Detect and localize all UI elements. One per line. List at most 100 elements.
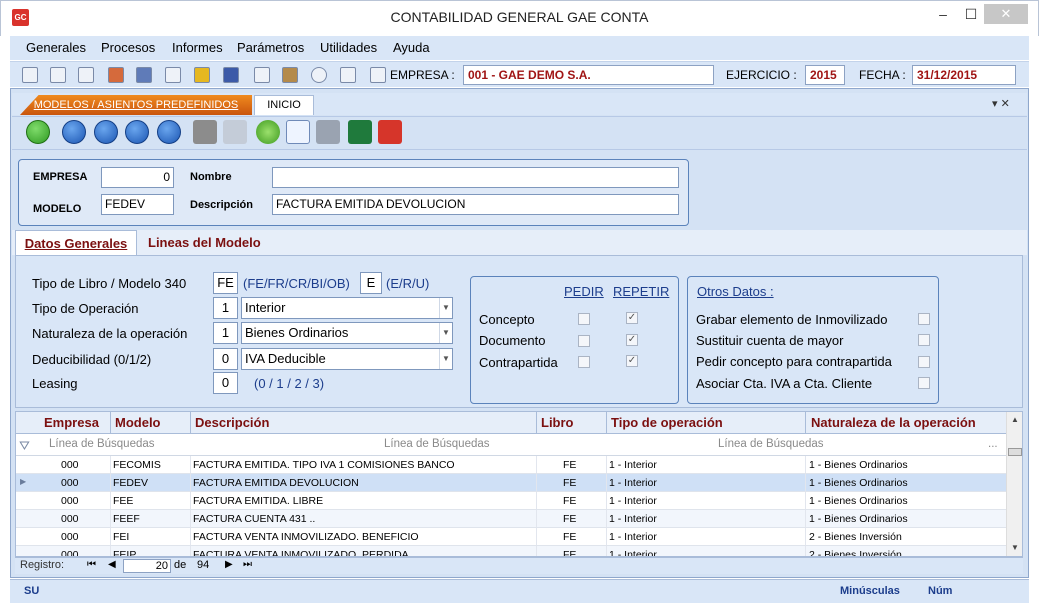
calculator-icon[interactable] (108, 67, 124, 83)
concepto-pedir-checkbox[interactable] (578, 313, 590, 325)
col-modelo[interactable]: Modelo (115, 415, 161, 430)
sustituir-cuenta-checkbox[interactable] (918, 334, 930, 346)
ejercicio-field[interactable]: 2015 (805, 65, 845, 85)
descripcion-input[interactable]: FACTURA EMITIDA DEVOLUCION (272, 194, 679, 215)
printer-icon[interactable] (316, 120, 340, 144)
filter-descripcion[interactable]: Línea de Búsquedas (384, 438, 490, 450)
refresh-icon[interactable] (256, 120, 280, 144)
grabar-inmovilizado-checkbox[interactable] (918, 313, 930, 325)
empresa-input[interactable]: 0 (101, 167, 174, 188)
menu-generales[interactable]: Generales (26, 40, 86, 55)
table-row[interactable]: 000 FEIP FACTURA VENTA INMOVILIZADO. PERDI… (16, 546, 1006, 557)
windows-icon[interactable] (286, 120, 310, 144)
table-row[interactable]: ▶ 000 FEDEV FACTURA EMITIDA DEVOLUCION FE 1 -… (16, 474, 1006, 492)
trash-icon[interactable] (193, 120, 217, 144)
maximize-button[interactable]: ☐ (956, 4, 986, 24)
table-row[interactable]: 000 FEI FACTURA VENTA INMOVILIZADO. BENEFI… (16, 528, 1006, 546)
table-cell: FEIP (113, 549, 137, 557)
tab-controls[interactable]: ▾ ✕ (992, 97, 1010, 110)
scroll-up-icon[interactable]: ▲ (1011, 415, 1019, 424)
filter-naturaleza[interactable]: Línea de Búsquedas (718, 438, 824, 450)
minimize-button[interactable]: – (928, 4, 958, 24)
nav-first-icon[interactable]: ⏮ (87, 559, 96, 570)
org-chart-icon[interactable] (78, 67, 94, 83)
nav-last-icon[interactable]: ⏭ (243, 559, 252, 570)
col-descripcion[interactable]: Descripción (195, 415, 269, 430)
nav-prev-icon[interactable]: ◀ (108, 559, 116, 570)
add-icon[interactable] (26, 120, 50, 144)
filter-row[interactable]: ⛛ Línea de Búsquedas Línea de Búsquedas … (16, 434, 1006, 456)
menu-ayuda[interactable]: Ayuda (393, 40, 430, 55)
tipo-libro-input[interactable]: FE (213, 272, 238, 294)
pedir-concepto-checkbox[interactable] (918, 356, 930, 368)
concepto-repetir-checkbox[interactable]: ✓ (626, 312, 638, 324)
col-empresa[interactable]: Empresa (44, 415, 99, 430)
deducibilidad-select[interactable]: IVA Deducible ▼ (241, 348, 453, 370)
excel-icon[interactable] (348, 120, 372, 144)
search-icon[interactable] (223, 120, 247, 144)
tipo-operacion-code[interactable]: 1 (213, 297, 238, 319)
menu-informes[interactable]: Informes (172, 40, 223, 55)
disc-icon[interactable] (311, 67, 327, 83)
menu-utilidades[interactable]: Utilidades (320, 40, 377, 55)
asociar-iva-checkbox[interactable] (918, 377, 930, 389)
ledger-icon[interactable] (165, 67, 181, 83)
first-record-icon[interactable] (62, 120, 86, 144)
filter-icon[interactable]: ⛛ (19, 438, 30, 454)
tab-modelos[interactable]: MODELOS / ASIENTOS PREDEFINIDOS (20, 95, 252, 115)
table-row[interactable]: 000 FEEF FACTURA CUENTA 431 .. FE 1 - Interi… (16, 510, 1006, 528)
col-libro[interactable]: Libro (541, 415, 574, 430)
status-caps: Minúsculas (840, 585, 900, 597)
nombre-input[interactable] (272, 167, 679, 188)
power-icon[interactable] (378, 120, 402, 144)
tab-inicio[interactable]: INICIO (254, 95, 314, 115)
contrapartida-repetir-checkbox[interactable]: ✓ (626, 355, 638, 367)
naturaleza-code[interactable]: 1 (213, 322, 238, 344)
chevron-down-icon[interactable]: ▼ (439, 298, 452, 318)
cube-icon[interactable] (136, 67, 152, 83)
tab-datos-generales[interactable]: Datos Generales (15, 230, 137, 256)
concepto-label: Concepto (479, 312, 535, 327)
home-icon[interactable] (22, 67, 38, 83)
col-naturaleza[interactable]: Naturaleza de la operación (811, 415, 976, 430)
scroll-thumb[interactable] (1008, 448, 1022, 456)
calendar-icon[interactable] (254, 67, 270, 83)
last-record-icon[interactable] (157, 120, 181, 144)
previous-record-icon[interactable] (94, 120, 118, 144)
vertical-scrollbar[interactable]: ▲ ▼ (1006, 412, 1022, 556)
table-row[interactable]: 000 FECOMIS FACTURA EMITIDA. TIPO IVA 1 CO… (16, 456, 1006, 474)
deducibilidad-code[interactable]: 0 (213, 348, 238, 370)
company-home-icon[interactable] (370, 67, 386, 83)
tipo-operacion-select[interactable]: Interior ▼ (241, 297, 453, 319)
table-row[interactable]: 000 FEE FACTURA EMITIDA. LIBRE FE 1 - Interi… (16, 492, 1006, 510)
menu-parametros[interactable]: Parámetros (237, 40, 304, 55)
empresa-field[interactable]: 001 - GAE DEMO S.A. (463, 65, 714, 85)
archive-icon[interactable] (282, 67, 298, 83)
close-button[interactable]: ✕ (984, 4, 1028, 24)
filter-empresa-modelo[interactable]: Línea de Búsquedas (49, 438, 155, 450)
filter-more[interactable]: ... (988, 438, 998, 450)
chevron-down-icon[interactable]: ▼ (439, 349, 452, 369)
flag-spain-icon[interactable] (194, 67, 210, 83)
nav-current-input[interactable]: 20 (123, 559, 171, 573)
col-tipo-operacion[interactable]: Tipo de operación (611, 415, 723, 430)
menu-procesos[interactable]: Procesos (101, 40, 155, 55)
fecha-field[interactable]: 31/12/2015 (912, 65, 1016, 85)
modelo-input[interactable]: FEDEV (101, 194, 174, 215)
contrapartida-pedir-checkbox[interactable] (578, 356, 590, 368)
chevron-down-icon[interactable]: ▼ (439, 323, 452, 343)
document-icon[interactable] (50, 67, 66, 83)
next-record-icon[interactable] (125, 120, 149, 144)
leasing-code[interactable]: 0 (213, 372, 238, 394)
asociar-iva-label: Asociar Cta. IVA a Cta. Cliente (696, 376, 873, 391)
naturaleza-select[interactable]: Bienes Ordinarios ▼ (241, 322, 453, 344)
scroll-down-icon[interactable]: ▼ (1011, 543, 1019, 552)
modelo340-input[interactable]: E (360, 272, 382, 294)
flag-eu-icon[interactable] (223, 67, 239, 83)
tab-lineas-modelo[interactable]: Lineas del Modelo (148, 235, 261, 250)
documento-pedir-checkbox[interactable] (578, 335, 590, 347)
documento-repetir-checkbox[interactable]: ✓ (626, 334, 638, 346)
nav-next-icon[interactable]: ▶ (225, 559, 233, 570)
check-form-icon[interactable] (340, 67, 356, 83)
table-cell: 1 - Bienes Ordinarios (809, 459, 908, 471)
